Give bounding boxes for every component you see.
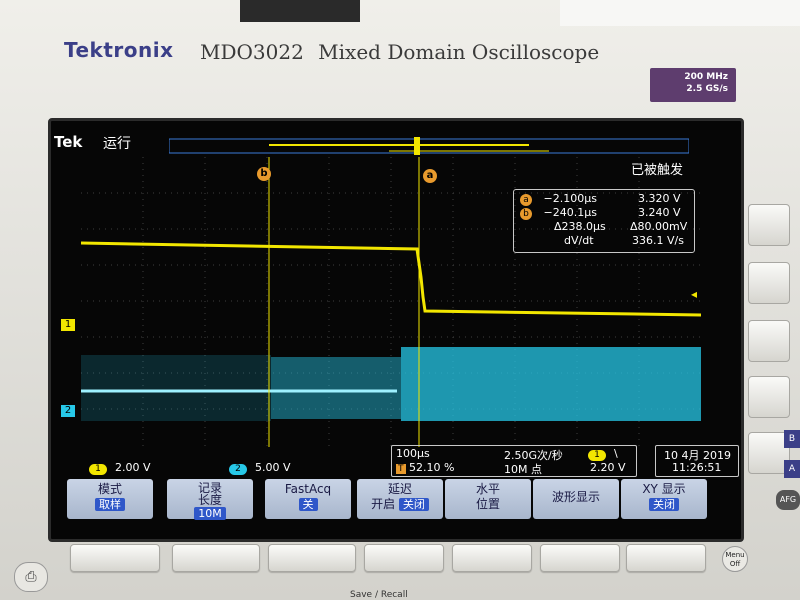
bottom-menu: 模式 取样 记录 长度 10M FastAcq 关 延迟 开启 关闭 水平 位置… (67, 479, 723, 521)
side-button-2[interactable] (748, 262, 790, 304)
menu-off-label: Menu Off (725, 551, 745, 568)
menu-fastacq-title: FastAcq (284, 482, 332, 496)
model-description: Mixed Domain Oscilloscope (318, 40, 600, 64)
panel-button-5[interactable] (452, 544, 532, 572)
cursor-readout: a −2.100µs 3.320 V b −240.1µs 3.240 V Δ2… (513, 189, 695, 253)
timebase: 100µs (396, 447, 430, 460)
tek-logo: Tek (54, 133, 83, 151)
dvdt-label: dV/dt (564, 234, 594, 247)
menu-delay[interactable]: 延迟 开启 关闭 (357, 479, 443, 519)
cursor-delta-value: Δ80.00mV (630, 220, 688, 233)
dvdt-value: 336.1 V/s (632, 234, 684, 247)
menu-xy-display[interactable]: XY 显示 关闭 (621, 479, 707, 519)
ch2-chip: 2 (229, 464, 247, 475)
ch2-scale[interactable]: 2 5.00 V (229, 461, 291, 475)
menu-xy-display-value: 关闭 (649, 498, 679, 511)
panel-button-1[interactable] (70, 544, 160, 572)
cursor-a-marker[interactable]: a (423, 169, 437, 183)
menu-record-length-title: 记录 长度 (197, 481, 222, 507)
trigger-slope: \ (614, 447, 618, 460)
trigger-icon: T (396, 464, 406, 474)
side-button-3[interactable] (748, 320, 790, 362)
trigger-level: 2.20 V (590, 461, 626, 474)
menu-xy-display-title: XY 显示 (642, 482, 686, 496)
panel-button-7[interactable] (626, 544, 706, 572)
time: 11:26:51 (672, 461, 722, 474)
panel-button-2[interactable] (172, 544, 260, 572)
ch1-chip: 1 (89, 464, 107, 475)
menu-delay-value: 关闭 (398, 498, 429, 511)
cursor-delta-time: Δ238.0µs (554, 220, 606, 233)
menu-delay-title: 延迟 (387, 482, 412, 496)
cursor-a-time: −2.100µs (543, 192, 597, 205)
record-length: 10M 点 (504, 463, 542, 476)
save-recall-label: Save / Recall (350, 590, 408, 600)
model-number: MDO3022 (200, 40, 304, 64)
cursor-b-icon: b (520, 208, 532, 220)
menu-mode-title: 模式 (97, 482, 122, 496)
ch2-scale-value: 5.00 V (255, 461, 291, 474)
background-light-object (560, 0, 800, 26)
background-dark-object (240, 0, 360, 22)
menu-mode[interactable]: 模式 取样 (67, 479, 153, 519)
trigger-source-chip: 1 (588, 450, 606, 461)
side-button-1[interactable] (748, 204, 790, 246)
horizontal-settings: 100µs T 52.10 % 2.50G次/秒 10M 点 1 \ 2.20 V (391, 445, 637, 477)
afg-button[interactable]: AFG (776, 490, 800, 510)
scope-display: Tek 运行 已被触发 b a 1 2 ◂ a −2.100µs 3.320 V… (48, 118, 744, 542)
run-state: 运行 (103, 136, 131, 152)
cursor-b-time: −240.1µs (543, 206, 597, 219)
status-bar: 1 2.00 V 2 5.00 V 100µs T 52.10 % 2.50G次/秒… (85, 445, 739, 477)
side-key-a[interactable]: A (784, 460, 800, 478)
spec-bandwidth: 200 MHz (684, 72, 728, 82)
spec-samplerate: 2.5 GS/s (686, 84, 728, 94)
printer-icon[interactable]: ⎙ (14, 562, 48, 592)
panel-button-6[interactable] (540, 544, 620, 572)
menu-horizontal-position-title: 水平 位置 (475, 482, 500, 511)
side-key-b[interactable]: B (784, 430, 800, 448)
menu-mode-value: 取样 (95, 498, 125, 511)
menu-waveform-display[interactable]: 波形显示 (533, 479, 619, 519)
ch1-scale-value: 2.00 V (115, 461, 151, 474)
date-time: 10 4月 2019 11:26:51 (655, 445, 739, 477)
menu-record-length[interactable]: 记录 长度 10M (167, 479, 253, 520)
ch2-waveform (81, 347, 701, 421)
spec-badge: 200 MHz 2.5 GS/s (650, 68, 736, 102)
side-button-4[interactable] (748, 376, 790, 418)
trigger-level-arrow-icon: ◂ (691, 287, 698, 301)
menu-delay-on: 开启 (371, 497, 396, 511)
cursor-a-value: 3.320 V (638, 192, 681, 205)
brand-logo: Tektronix (64, 38, 174, 62)
panel-button-4[interactable] (364, 544, 444, 572)
menu-record-length-value: 10M (194, 507, 226, 520)
panel-button-3[interactable] (268, 544, 356, 572)
cursor-a-icon: a (520, 194, 532, 206)
model-title: MDO3022 Mixed Domain Oscilloscope (200, 40, 599, 64)
menu-horizontal-position[interactable]: 水平 位置 (445, 479, 531, 519)
ch2-ground-marker[interactable]: 2 (61, 405, 75, 417)
cursor-b-marker[interactable]: b (257, 167, 271, 181)
ch1-scale[interactable]: 1 2.00 V (89, 461, 151, 475)
menu-off-button[interactable]: Menu Off (722, 546, 748, 572)
menu-fastacq-value: 关 (298, 498, 318, 511)
menu-fastacq[interactable]: FastAcq 关 (265, 479, 351, 519)
menu-waveform-display-title: 波形显示 (551, 490, 600, 504)
ch1-ground-marker[interactable]: 1 (61, 319, 75, 331)
trigger-position: 52.10 % (409, 461, 455, 474)
cursor-b-value: 3.240 V (638, 206, 681, 219)
